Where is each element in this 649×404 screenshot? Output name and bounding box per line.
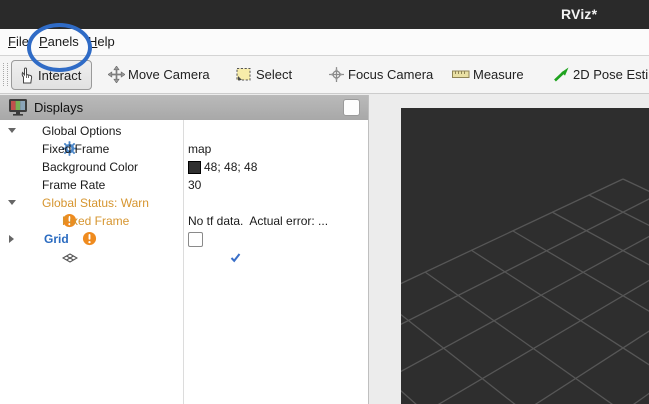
tree-row-fixed-frame[interactable]: Fixed Frame map xyxy=(0,140,368,158)
tool-label: Move Camera xyxy=(128,67,210,82)
displays-panel-header[interactable]: Displays xyxy=(0,95,368,121)
tree-label: Global Options xyxy=(42,122,121,140)
tree-label: Grid xyxy=(44,230,69,248)
collapse-expander-icon[interactable] xyxy=(8,128,16,133)
tool-focus-camera-button[interactable]: Focus Camera xyxy=(327,60,433,88)
displays-panel: Displays xyxy=(0,95,369,404)
tree-row-frame-rate[interactable]: Frame Rate 30 xyxy=(0,176,368,194)
measure-icon xyxy=(452,65,470,83)
panel-float-button[interactable] xyxy=(343,99,360,116)
interact-hand-icon xyxy=(17,66,35,84)
color-swatch[interactable] xyxy=(188,161,201,174)
tool-label: Focus Camera xyxy=(348,67,433,82)
tree-row-background-color[interactable]: Background Color 48; 48; 48 xyxy=(0,158,368,176)
toolbar: Interact Move Camera Sele xyxy=(0,56,649,94)
warning-icon xyxy=(22,195,38,211)
displays-tree: Global Options Fixed Frame map Backgroun… xyxy=(0,120,368,404)
expand-expander-icon[interactable] xyxy=(9,235,14,243)
tree-row-global-options[interactable]: Global Options xyxy=(0,122,368,140)
tool-2d-pose-estimate-button[interactable]: 2D Pose Esti xyxy=(552,60,648,88)
tree-label: Frame Rate xyxy=(42,176,105,194)
monitor-icon xyxy=(8,98,28,122)
menu-panels[interactable]: Panels xyxy=(39,29,79,55)
displays-panel-title: Displays xyxy=(34,95,83,120)
property-value[interactable]: 48; 48; 48 xyxy=(204,158,257,176)
tool-measure-button[interactable]: Measure xyxy=(452,60,524,88)
render-viewport-3d[interactable] xyxy=(401,108,649,404)
menu-bar: File Panels Help xyxy=(0,29,649,56)
move-camera-icon xyxy=(107,65,125,83)
grid-enabled-checkbox[interactable] xyxy=(188,232,203,247)
ground-grid xyxy=(401,108,649,404)
window-title: RViz* xyxy=(561,0,597,29)
tool-move-camera-button[interactable]: Move Camera xyxy=(107,60,210,88)
tree-row-grid[interactable]: Grid xyxy=(0,230,368,248)
warning-icon xyxy=(42,213,58,229)
tree-label: Background Color xyxy=(42,158,138,176)
tree-row-fixed-frame-status[interactable]: Fixed Frame No tf data. Actual error: ..… xyxy=(0,212,368,230)
select-icon xyxy=(235,65,253,83)
grid-icon xyxy=(22,233,38,249)
rviz-window: RViz* File Panels Help Interact xyxy=(0,0,649,404)
tool-label: Measure xyxy=(473,67,524,82)
tool-label: Select xyxy=(256,67,292,82)
tool-interact-button[interactable]: Interact xyxy=(11,60,92,90)
property-value[interactable]: 30 xyxy=(188,176,201,194)
tree-row-global-status[interactable]: Global Status: Warn xyxy=(0,194,368,212)
2d-pose-estimate-icon xyxy=(552,65,570,83)
property-value[interactable]: map xyxy=(188,140,211,158)
gear-icon xyxy=(22,123,38,139)
tool-label: Interact xyxy=(38,68,81,83)
main-area: Displays xyxy=(0,94,649,404)
collapse-expander-icon[interactable] xyxy=(8,200,16,205)
tree-label: Global Status: Warn xyxy=(42,194,149,212)
tree-label: Fixed Frame xyxy=(62,212,129,230)
tool-label: 2D Pose Esti xyxy=(573,67,648,82)
toolbar-grip-handle[interactable] xyxy=(3,63,8,86)
tool-select-button[interactable]: Select xyxy=(235,60,292,88)
tree-label: Fixed Frame xyxy=(42,140,109,158)
status-message: No tf data. Actual error: ... xyxy=(188,212,328,230)
title-bar: RViz* xyxy=(0,0,649,29)
menu-file[interactable]: File xyxy=(8,29,29,55)
focus-camera-icon xyxy=(327,65,345,83)
menu-help[interactable]: Help xyxy=(88,29,115,55)
